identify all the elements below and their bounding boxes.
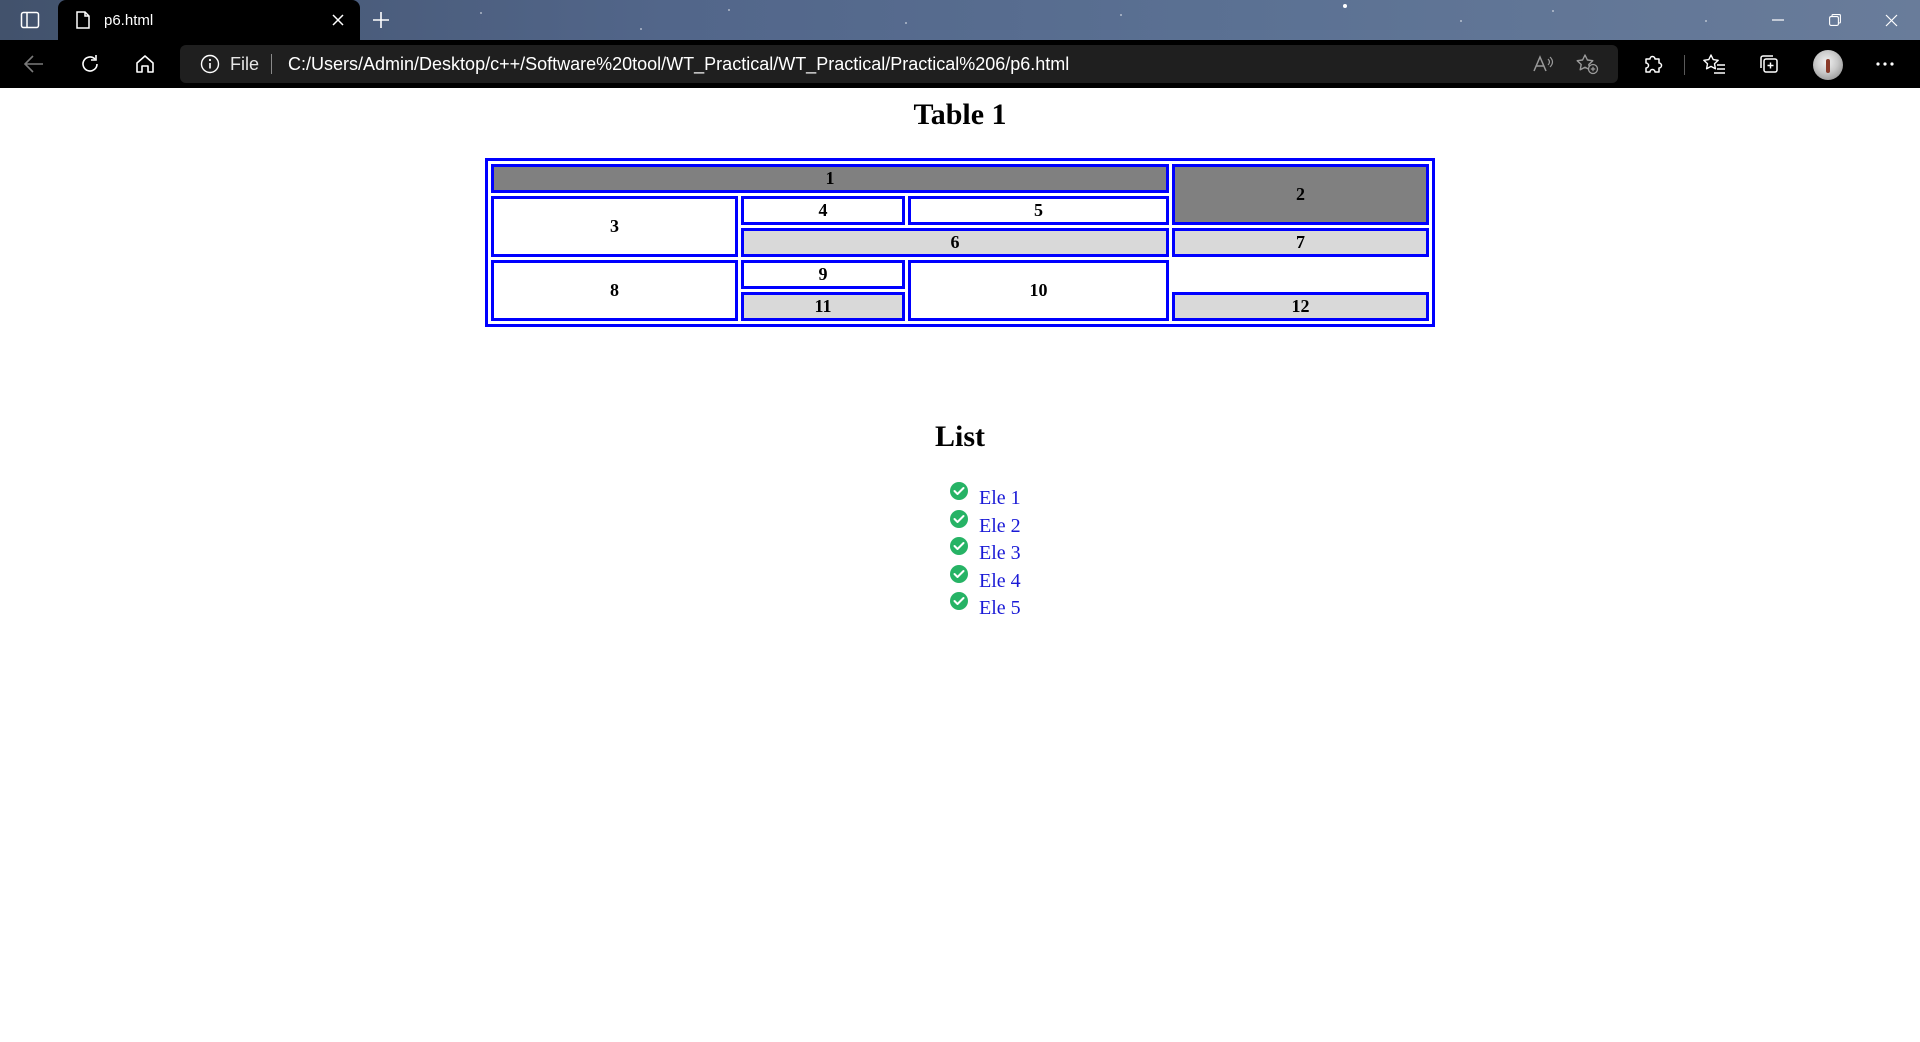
check-circle-icon <box>950 564 968 583</box>
tab-actions-button[interactable] <box>14 8 46 32</box>
list-heading: List <box>934 420 985 453</box>
plus-icon <box>373 12 389 28</box>
more-horizontal-icon <box>1876 62 1894 66</box>
minimize-button[interactable] <box>1749 0 1806 40</box>
close-tab-button[interactable] <box>324 6 352 34</box>
list-item: Ele 3 <box>950 537 1021 565</box>
table-cell: 4 <box>741 196 905 225</box>
new-tab-button[interactable] <box>366 6 396 34</box>
address-bar[interactable]: File C:/Users/Admin/Desktop/c++/Software… <box>180 45 1618 83</box>
profile-avatar[interactable] <box>1813 50 1843 80</box>
table-cell: 11 <box>741 292 905 321</box>
page-content: Table 1 1 2 3 4 5 6 7 8 9 10 11 12 List … <box>0 88 1920 1042</box>
address-separator <box>271 54 273 74</box>
read-aloud-button[interactable] <box>1526 49 1560 79</box>
read-aloud-icon <box>1533 55 1554 72</box>
table-cell: 9 <box>741 260 905 289</box>
list-item: Ele 1 <box>950 482 1021 510</box>
close-icon <box>1885 14 1898 26</box>
check-circle-icon <box>950 509 968 528</box>
back-button[interactable] <box>17 47 51 81</box>
address-url[interactable]: C:/Users/Admin/Desktop/c++/Software%20to… <box>288 54 1516 75</box>
window-controls <box>1749 0 1920 40</box>
element-list: Ele 1 Ele 2 Ele 3 Ele 4 Ele 5 <box>950 482 1021 620</box>
list-item-link[interactable]: Ele 4 <box>979 570 1021 593</box>
address-scheme-label: File <box>230 53 260 74</box>
favorites-icon <box>1703 54 1725 74</box>
check-circle-icon <box>950 537 968 556</box>
list-item: Ele 2 <box>950 509 1021 538</box>
minimize-icon <box>1771 19 1784 21</box>
browser-toolbar: File C:/Users/Admin/Desktop/c++/Software… <box>0 40 1920 88</box>
refresh-button[interactable] <box>73 47 107 81</box>
browser-tab-active[interactable]: p6.html <box>58 0 360 40</box>
close-window-button[interactable] <box>1863 0 1920 40</box>
home-button[interactable] <box>128 47 162 81</box>
table-cell: 7 <box>1172 228 1429 257</box>
list-item-link[interactable]: Ele 5 <box>979 597 1021 620</box>
tab-title: p6.html <box>104 11 154 29</box>
toolbar-divider <box>1684 55 1685 75</box>
favorites-button[interactable] <box>1697 47 1731 81</box>
tab-actions-icon <box>20 11 40 29</box>
list-item: Ele 4 <box>950 564 1021 593</box>
check-circle-icon <box>950 482 968 500</box>
list-item-link[interactable]: Ele 1 <box>979 487 1021 510</box>
table-cell: 2 <box>1172 164 1429 225</box>
restore-icon <box>1828 14 1841 26</box>
table-cell: 1 <box>491 164 1169 193</box>
settings-more-button[interactable] <box>1868 47 1902 81</box>
close-icon <box>332 14 344 26</box>
address-bar-actions <box>1516 49 1604 79</box>
extensions-button[interactable] <box>1636 47 1670 81</box>
table-cell: 6 <box>741 228 1169 257</box>
refresh-icon <box>82 55 98 72</box>
table-cell: 3 <box>491 196 738 257</box>
table-cell: 8 <box>491 260 738 321</box>
browser-title-bar: p6.html <box>0 0 1920 40</box>
puzzle-icon <box>1645 55 1663 73</box>
list-item-link[interactable]: Ele 3 <box>979 542 1021 565</box>
star-plus-icon <box>1576 54 1599 75</box>
list-item-link[interactable]: Ele 2 <box>979 515 1021 538</box>
page-icon <box>74 10 92 30</box>
layout-table: 1 2 3 4 5 6 7 8 9 10 11 12 <box>485 158 1435 327</box>
info-icon[interactable] <box>200 54 220 74</box>
list-item: Ele 5 <box>950 592 1021 620</box>
arrow-left-icon <box>24 55 43 73</box>
table-cell: 10 <box>908 260 1169 321</box>
collections-button[interactable] <box>1752 47 1786 81</box>
add-favorite-button[interactable] <box>1570 49 1604 79</box>
home-icon <box>136 55 154 73</box>
table-cell: 12 <box>1172 292 1429 321</box>
collections-icon <box>1760 55 1778 73</box>
table-cell: 5 <box>908 196 1169 225</box>
restore-button[interactable] <box>1806 0 1863 40</box>
table-heading: Table 1 <box>913 98 1007 131</box>
check-circle-icon <box>950 592 968 611</box>
